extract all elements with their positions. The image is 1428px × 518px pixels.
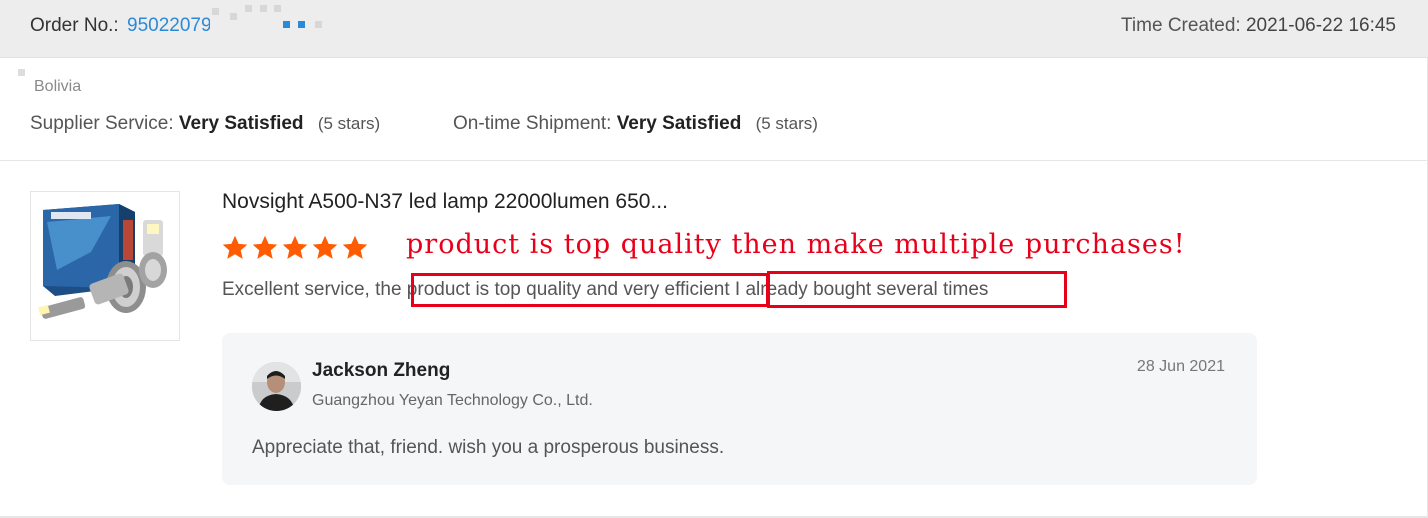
reply-date: 28 Jun 2021 bbox=[1136, 358, 1225, 375]
star-icon bbox=[312, 235, 338, 259]
highlight-box bbox=[767, 271, 1067, 308]
redaction-mask bbox=[230, 13, 237, 20]
reply-body: Appreciate that, friend. wish you a pros… bbox=[252, 437, 725, 458]
order-number-link[interactable]: 95022079 bbox=[127, 15, 212, 37]
redaction-mask bbox=[210, 17, 242, 35]
time-created-value: 2021-06-22 16:45 bbox=[1245, 15, 1396, 36]
redaction-mask bbox=[274, 5, 281, 12]
highlight-box bbox=[411, 273, 769, 307]
star-icon bbox=[252, 235, 278, 259]
redaction-mask bbox=[298, 21, 305, 28]
reply-author-name: Jackson Zheng bbox=[312, 360, 451, 381]
time-created: Time Created: 2021-06-22 16:45 bbox=[1121, 15, 1396, 37]
avatar-image bbox=[252, 362, 301, 411]
star-icon bbox=[342, 235, 368, 259]
buyer-country: Bolivia bbox=[34, 78, 82, 95]
order-number-label: Order No.: bbox=[30, 15, 119, 36]
redaction-mask bbox=[260, 5, 267, 12]
supplier-service-stars: (5 stars) bbox=[317, 114, 381, 133]
supplier-service-label: Supplier Service: bbox=[30, 113, 174, 134]
shipment-label: On-time Shipment: bbox=[453, 113, 612, 134]
product-thumbnail[interactable] bbox=[30, 191, 180, 341]
reply-company: Guangzhou Yeyan Technology Co., Ltd. bbox=[312, 392, 593, 409]
shipment-stars: (5 stars) bbox=[755, 114, 818, 133]
redaction-mask bbox=[245, 5, 252, 12]
shipment-value: Very Satisfied bbox=[616, 113, 742, 134]
product-star-rating bbox=[221, 234, 369, 262]
redaction-mask bbox=[212, 8, 219, 15]
annotation-text: product is top quality then make multipl… bbox=[406, 229, 1186, 260]
supplier-service-value: Very Satisfied bbox=[178, 113, 304, 134]
order-header: Order No.: 95022079 Time Created: 2021-0… bbox=[0, 0, 1428, 58]
time-created-label: Time Created: bbox=[1121, 15, 1241, 36]
shipment-rating: On-time Shipment: Very Satisfied (5 star… bbox=[453, 113, 818, 135]
service-ratings: Supplier Service: Very Satisfied (5 star… bbox=[30, 113, 818, 135]
avatar bbox=[252, 362, 301, 411]
star-icon bbox=[222, 235, 248, 259]
supplier-service-rating: Supplier Service: Very Satisfied (5 star… bbox=[30, 113, 380, 135]
section-divider bbox=[0, 160, 1428, 161]
star-icon bbox=[282, 235, 308, 259]
redaction-mask bbox=[283, 21, 290, 28]
product-image bbox=[31, 192, 179, 340]
supplier-reply-card: Jackson Zheng Guangzhou Yeyan Technology… bbox=[222, 333, 1257, 485]
product-title[interactable]: Novsight A500-N37 led lamp 22000lumen 65… bbox=[222, 190, 668, 214]
redaction-mask bbox=[315, 21, 322, 28]
redaction-mask bbox=[18, 69, 25, 76]
